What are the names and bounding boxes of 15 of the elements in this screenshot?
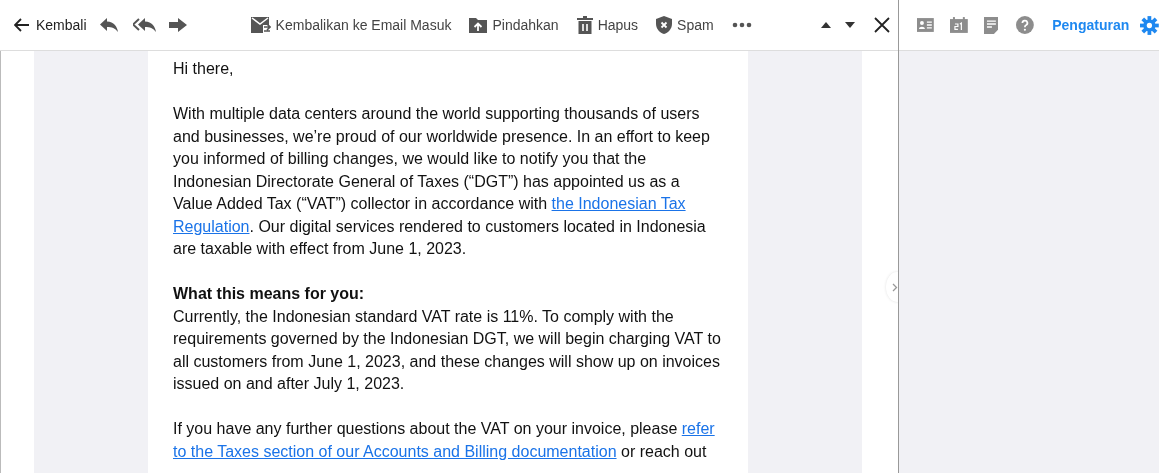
message-paragraph: Currently, the Indonesian standard VAT rate is 11%. To comply with the requirements governed by the Indonesian DGT, we will begin charging VAT to all customers from June 1, 2023, and these changes will show up on invoices issued on and after July 1, 2023.: [173, 306, 722, 394]
message-paragraph: If you have any further questions about the VAT on your invoice, please refer to the Taxes section of our Accounts and Billing documentation or reach out: [173, 419, 716, 462]
message-paragraph: With multiple data centers around the world supporting thousands of users and businesses, we’re proud of our worldwide presence. In an effort to keep you informed of billing changes, we would like to notify you that the Indonesian Directorate General of Taxes (“DGT”) has appointed us as a Value Added Tax (“VAT”) collector in accordance with the Indonesian Tax Regulation. Our digital services rendered to customers located in Indonesia are taxable with effect from June 1, 2023.: [173, 104, 711, 259]
text-link[interactable]: the Indonesian Tax: [551, 195, 686, 212]
settings-link[interactable]: Pengaturan: [1052, 17, 1130, 33]
section-heading: What this means for you:: [173, 284, 366, 304]
toolbar-button[interactable]: Kembalikan ke Email Masuk: [250, 17, 452, 33]
text-link[interactable]: Regulation: [173, 217, 250, 235]
back-button[interactable]: Kembali: [14, 17, 87, 33]
message-paragraph: Hi there,: [173, 59, 235, 79]
toolbar-button[interactable]: Pindahkan: [469, 17, 559, 33]
text-link[interactable]: to the Taxes section of our Accounts and Billing documentation: [173, 442, 617, 460]
text-link[interactable]: refer: [681, 420, 715, 437]
toolbar-button[interactable]: Spam: [656, 16, 714, 34]
toolbar-button[interactable]: Hapus: [576, 16, 639, 34]
